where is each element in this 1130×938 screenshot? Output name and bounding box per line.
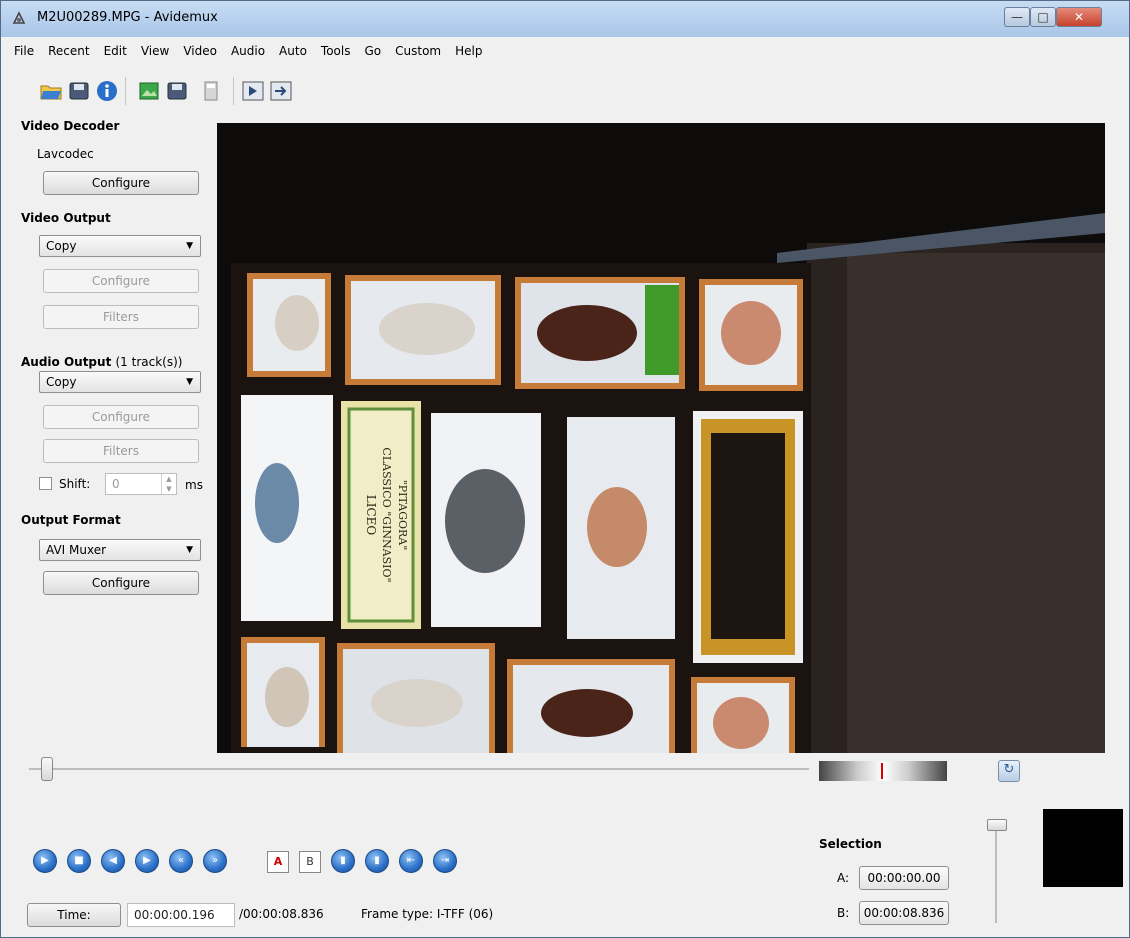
decoder-codec-label: Lavcodec [37,147,94,161]
audio-filters-button[interactable]: Filters [43,439,199,463]
set-marker-a-button[interactable]: A [267,851,289,873]
shift-unit: ms [185,478,203,492]
save-image-icon[interactable] [165,79,189,103]
app-window: M2U00289.MPG - Avidemux — □ ✕ File Recen… [0,0,1130,938]
window-title: M2U00289.MPG - Avidemux [37,10,218,25]
menu-bar: File Recent Edit View Video Audio Auto T… [7,41,489,63]
video-output-heading: Video Output [21,211,111,225]
video-decoder-heading: Video Decoder [21,119,120,133]
menu-tools[interactable]: Tools [314,41,358,63]
mini-preview [1043,809,1123,887]
frame-type-label: Frame type: I-TFF (06) [361,907,494,921]
selection-a-field[interactable]: 00:00:00.00 [859,866,949,890]
output-preview-icon[interactable] [269,79,293,103]
audio-output-heading: Audio Output (1 track(s)) [21,355,182,369]
toolbar-separator [125,77,126,105]
menu-recent[interactable]: Recent [41,41,96,63]
audio-output-selected: Copy [46,375,77,389]
next-keyframe-button[interactable]: » [203,849,227,873]
selection-a-label: A: [837,871,850,885]
audio-output-title: Audio Output [21,355,112,369]
video-output-select[interactable]: Copy ▼ [39,235,201,257]
next-frame-button[interactable]: ▶ [135,849,159,873]
volume-slider-thumb[interactable] [987,819,1007,831]
calculator-icon[interactable] [199,79,223,103]
audio-output-configure-button[interactable]: Configure [43,405,199,429]
output-format-configure-button[interactable]: Configure [43,571,199,595]
jog-marker [881,763,883,779]
shift-label: Shift: [59,477,91,491]
shift-spinbox[interactable]: 0 ▲ ▼ [105,473,177,495]
volume-track[interactable] [995,821,997,923]
tile-text-classico: CLASSICO "GINNASIO" [380,447,393,582]
shift-checkbox[interactable] [39,477,52,490]
previous-black-frame-button[interactable]: ▮ [331,849,355,873]
menu-custom[interactable]: Custom [388,41,448,63]
time-button[interactable]: Time: [27,903,121,927]
previous-frame-button[interactable]: ◀ [101,849,125,873]
output-format-heading: Output Format [21,513,121,527]
avidemux-app-icon [12,11,26,24]
video-filters-button[interactable]: Filters [43,305,199,329]
title-bar[interactable]: M2U00289.MPG - Avidemux — □ ✕ [1,1,1129,37]
info-icon[interactable] [95,79,119,103]
video-output-selected: Copy [46,239,77,253]
toolbar [7,73,1117,109]
output-format-select[interactable]: AVI Muxer ▼ [39,539,201,561]
previous-keyframe-button[interactable]: « [169,849,193,873]
video-decoder-configure-button[interactable]: Configure [43,171,199,195]
tile-text-liceo: LICEO [364,495,378,536]
set-marker-b-button[interactable]: B [299,851,321,873]
menu-edit[interactable]: Edit [97,41,134,63]
chevron-down-icon: ▼ [186,377,193,387]
audio-track-count: (1 track(s)) [115,355,183,369]
chevron-down-icon: ▼ [186,545,193,555]
menu-help[interactable]: Help [448,41,489,63]
goto-first-frame-button[interactable]: ⇤ [399,849,423,873]
minimize-button[interactable]: — [1004,7,1030,27]
save-disk-icon[interactable] [67,79,91,103]
shift-value: 0 [112,477,120,491]
selection-b-label: B: [837,906,850,920]
menu-video[interactable]: Video [176,41,224,63]
video-output-configure-button[interactable]: Configure [43,269,199,293]
play-button[interactable]: ▶ [33,849,57,873]
video-preview: LICEO CLASSICO "GINNASIO" "PITAGORA" [217,123,1105,753]
audio-output-select[interactable]: Copy ▼ [39,371,201,393]
timeline-slider-thumb[interactable] [41,757,53,781]
current-time-field[interactable]: 00:00:00.196 [127,903,235,927]
selection-b-field[interactable]: 00:00:08.836 [859,901,949,925]
total-time-label: /00:00:08.836 [239,907,324,921]
menu-audio[interactable]: Audio [224,41,272,63]
jog-shuttle-meter[interactable] [819,761,947,781]
spin-arrows-icon[interactable]: ▲ ▼ [161,474,176,494]
menu-file[interactable]: File [7,41,41,63]
close-button[interactable]: ✕ [1056,7,1102,27]
timeline-track[interactable] [29,768,809,770]
refresh-icon[interactable]: ↻ [998,760,1020,782]
selection-heading: Selection [819,837,882,851]
open-folder-icon[interactable] [39,79,63,103]
next-black-frame-button[interactable]: ▮ [365,849,389,873]
goto-last-frame-button[interactable]: ⇥ [433,849,457,873]
output-format-selected: AVI Muxer [46,543,107,557]
video-frame-image: LICEO CLASSICO "GINNASIO" "PITAGORA" [217,123,1105,753]
menu-go[interactable]: Go [357,41,388,63]
load-image-icon[interactable] [137,79,161,103]
menu-view[interactable]: View [134,41,176,63]
menu-auto[interactable]: Auto [272,41,314,63]
maximize-button[interactable]: □ [1030,7,1056,27]
chevron-down-icon: ▼ [186,241,193,251]
stop-button[interactable]: ■ [67,849,91,873]
input-preview-icon[interactable] [241,79,265,103]
toolbar-separator [233,77,234,105]
tile-text-pitagora: "PITAGORA" [396,480,409,551]
